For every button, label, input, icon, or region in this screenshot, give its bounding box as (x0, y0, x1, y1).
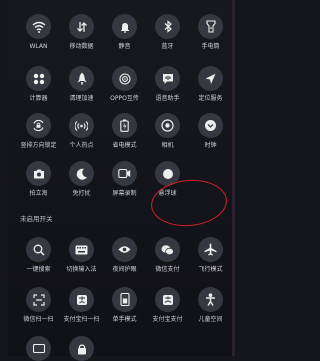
toggle-label: 夜间护眼 (112, 266, 137, 273)
rocket-icon (69, 66, 94, 91)
voice-assistant-icon (155, 66, 180, 91)
toggle-label: 微信支付 (155, 266, 180, 273)
alipay-pay-icon (155, 287, 180, 312)
toggle-one-hand-mode[interactable]: 单手模式 (102, 287, 147, 323)
screen-record-icon (112, 161, 137, 186)
toggle-rotation-lock[interactable]: 竖排方向锁定 (16, 113, 61, 149)
toggle-partial-2[interactable] (59, 336, 104, 361)
toggle-clock[interactable]: 时钟 (188, 113, 233, 149)
clock-icon (198, 113, 223, 138)
moon-icon (69, 161, 94, 186)
toggle-label: WLAN (29, 43, 48, 50)
location-icon (198, 66, 223, 91)
bluetooth-icon (155, 14, 180, 39)
screen-icon (26, 336, 51, 361)
toggle-label: 支付宝支付 (152, 316, 183, 323)
toggle-hotspot[interactable]: 个人热点 (59, 113, 104, 149)
toggle-camera[interactable]: 相机 (145, 113, 190, 149)
toggle-flashlight[interactable]: 手电筒 (188, 14, 233, 50)
toggle-label: 定位服务 (198, 95, 223, 102)
toggle-label: 语音助手 (155, 95, 180, 102)
toggle-label: 单手模式 (112, 316, 137, 323)
toggle-label: 拍立淘 (29, 190, 48, 197)
toggle-cleanup[interactable]: 清理加速 (59, 66, 104, 102)
calculator-icon (26, 66, 51, 91)
toggle-label: 移动数据 (69, 43, 94, 50)
wechat-pay-icon (155, 237, 180, 262)
toggle-label: 儿童空间 (198, 316, 223, 323)
toggle-calculator[interactable]: 计算器 (16, 66, 61, 102)
toggle-screen-record[interactable]: 屏幕录制 (102, 161, 147, 197)
toggle-label: 手电筒 (201, 43, 220, 50)
photo-shop-icon (26, 161, 51, 186)
toggle-label: 相机 (161, 142, 174, 149)
toggle-label: 蓝牙 (161, 43, 174, 50)
toggle-label: 屏幕录制 (112, 190, 137, 197)
lock-icon (69, 336, 94, 361)
toggle-label: 竖排方向锁定 (20, 142, 57, 149)
toggle-wlan[interactable]: WLAN (16, 14, 61, 50)
airplane-icon (198, 237, 223, 262)
flashlight-icon (198, 14, 223, 39)
toggle-label: 一键搜索 (26, 266, 51, 273)
toggle-label: 省电模式 (112, 142, 137, 149)
toggle-photo-shop[interactable]: 拍立淘 (16, 161, 61, 197)
toggle-do-not-disturb[interactable]: 免打扰 (59, 161, 104, 197)
toggle-airplane-mode[interactable]: 飞行模式 (188, 237, 233, 273)
keyboard-icon (69, 237, 94, 262)
toggle-label: 个人热点 (69, 142, 94, 149)
one-hand-icon (112, 287, 137, 312)
control-center-editor: WLAN 移动数据 静音 蓝牙 手电筒 计算器 清理加速 OPPO互传 语音助手… (8, 0, 235, 361)
oppo-share-icon (112, 66, 137, 91)
toggle-one-key-search[interactable]: 一键搜索 (16, 237, 61, 273)
toggle-label: 免打扰 (72, 190, 91, 197)
kids-space-icon (198, 287, 223, 312)
toggle-kids-space[interactable]: 儿童空间 (188, 287, 233, 323)
camera-icon (155, 113, 180, 138)
toggle-label: 计算器 (29, 95, 48, 102)
battery-icon (112, 113, 137, 138)
toggle-label: 切换输入法 (66, 266, 97, 273)
toggle-bluetooth[interactable]: 蓝牙 (145, 14, 190, 50)
toggle-location[interactable]: 定位服务 (188, 66, 233, 102)
toggle-wechat-pay[interactable]: 微信支付 (145, 237, 190, 273)
alipay-scan-icon (69, 287, 94, 312)
toggle-label: 时钟 (204, 142, 217, 149)
toggle-wechat-scan[interactable]: 微信扫一扫 (16, 287, 61, 323)
toggle-voice-assistant[interactable]: 语音助手 (145, 66, 190, 102)
toggle-night-eye-care[interactable]: 夜间护眼 (102, 237, 147, 273)
mute-bell-icon (112, 14, 137, 39)
toggle-label: 支付宝扫一扫 (63, 316, 100, 323)
toggle-label: 微信扫一扫 (23, 316, 54, 323)
toggle-label: 静音 (118, 43, 131, 50)
mobile-data-icon (69, 14, 94, 39)
toggle-mute[interactable]: 静音 (102, 14, 147, 50)
toggle-power-saving[interactable]: 省电模式 (102, 113, 147, 149)
toggle-label: 飞行模式 (198, 266, 223, 273)
search-icon (26, 237, 51, 262)
rotation-lock-icon (26, 113, 51, 138)
toggle-label: OPPO互传 (110, 95, 139, 102)
eye-icon (112, 237, 137, 262)
toggle-mobile-data[interactable]: 移动数据 (59, 14, 104, 50)
wechat-scan-icon (26, 287, 51, 312)
toggle-switch-input[interactable]: 切换输入法 (59, 237, 104, 273)
toggle-alipay-pay[interactable]: 支付宝支付 (145, 287, 190, 323)
disabled-section-title: 未启用开关 (20, 215, 53, 223)
toggle-alipay-scan[interactable]: 支付宝扫一扫 (59, 287, 104, 323)
toggle-label: 清理加速 (69, 95, 94, 102)
hotspot-icon (69, 113, 94, 138)
toggle-partial-1[interactable] (16, 336, 61, 361)
toggle-oppo-share[interactable]: OPPO互传 (102, 66, 147, 102)
wifi-icon (26, 14, 51, 39)
